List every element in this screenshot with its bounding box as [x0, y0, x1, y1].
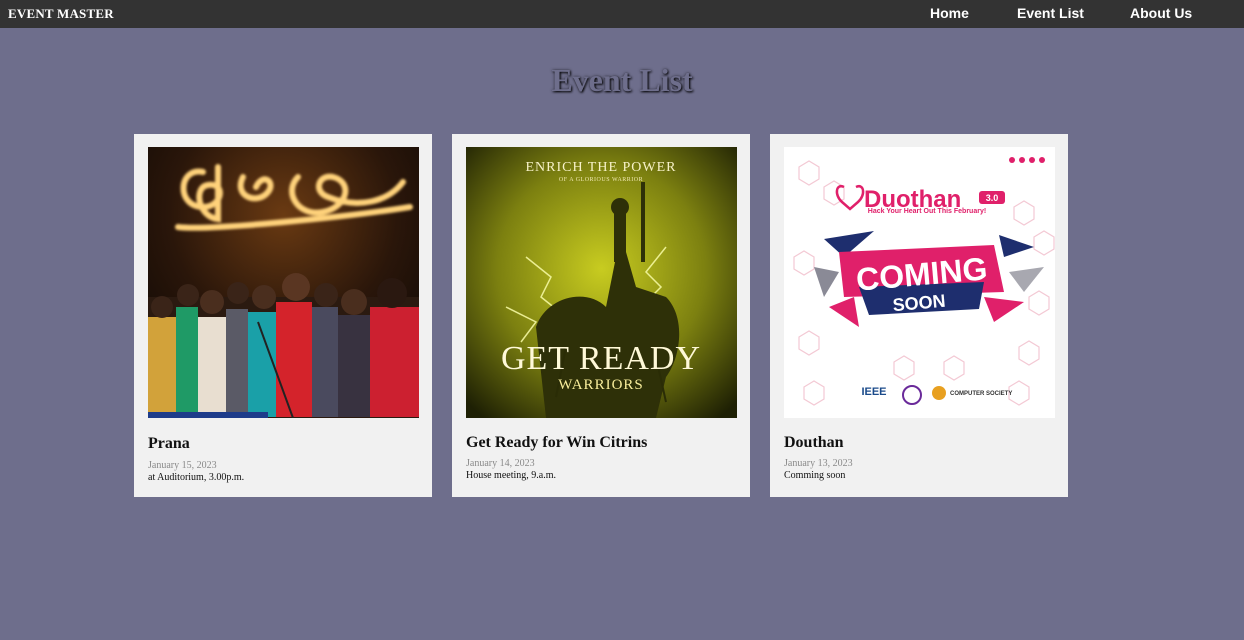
image-text-enrich: ENRICH THE POWER: [525, 160, 676, 175]
event-image-prana[interactable]: [148, 147, 419, 418]
event-card-prana[interactable]: Prana January 15, 2023 at Auditorium, 3.…: [134, 134, 432, 497]
top-navbar: EVENT MASTER Home Event List About Us: [0, 0, 1244, 28]
image-text-computer-society: COMPUTER SOCIETY: [950, 391, 1012, 397]
brand-logo-text[interactable]: EVENT MASTER: [8, 6, 114, 22]
event-description: Comming soon: [784, 470, 846, 481]
page-title: Event List: [551, 62, 693, 98]
image-text-warriors: WARRIORS: [558, 377, 644, 393]
nav-event-list-link[interactable]: Event List: [1017, 5, 1084, 21]
image-text-ieee: IEEE: [861, 386, 886, 398]
event-title[interactable]: Get Ready for Win Citrins: [466, 434, 647, 452]
event-card-douthan[interactable]: Duothan 3.0 Hack Your Heart Out This Feb…: [770, 134, 1068, 497]
event-title[interactable]: Douthan: [784, 434, 844, 452]
image-text-version: 3.0: [986, 193, 999, 203]
event-date: January 14, 2023: [466, 458, 535, 469]
event-title[interactable]: Prana: [148, 435, 190, 453]
image-text-warrior: OF A GLORIOUS WARRIOR: [559, 177, 643, 183]
event-image-douthan[interactable]: Duothan 3.0 Hack Your Heart Out This Feb…: [784, 147, 1055, 418]
nav-about-link[interactable]: About Us: [1130, 5, 1192, 21]
image-text-get-ready: GET READY: [501, 340, 701, 377]
event-image-get-ready[interactable]: ENRICH THE POWER OF A GLORIOUS WARRIOR G…: [466, 147, 737, 418]
event-card-get-ready[interactable]: ENRICH THE POWER OF A GLORIOUS WARRIOR G…: [452, 134, 750, 497]
event-description: at Auditorium, 3.00p.m.: [148, 472, 245, 483]
event-date: January 13, 2023: [784, 458, 853, 469]
event-date: January 15, 2023: [148, 460, 217, 471]
event-description: House meeting, 9.a.m.: [466, 470, 556, 481]
nav-home-link[interactable]: Home: [930, 5, 969, 21]
image-text-tagline: Hack Your Heart Out This February!: [868, 208, 986, 215]
